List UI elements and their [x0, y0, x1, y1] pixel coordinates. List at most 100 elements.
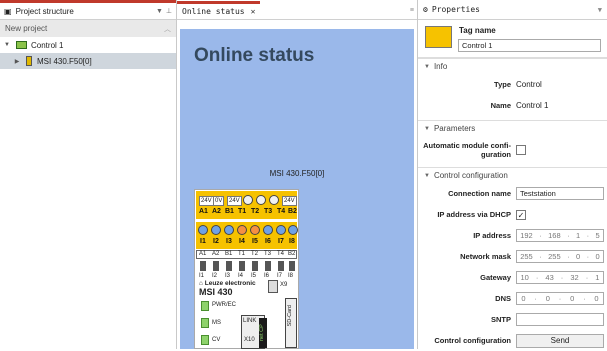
collapse-arrow-icon[interactable]: ▶: [12, 58, 22, 65]
status-label: MS: [212, 320, 221, 326]
io-led-icon: [239, 261, 245, 271]
info-header-label: Info: [433, 62, 448, 71]
io-label: I8: [288, 273, 294, 279]
tree-item-control[interactable]: ▼ Control 1: [0, 37, 176, 53]
dns-octet: 0: [521, 294, 526, 303]
device-graphic[interactable]: 24V 0V 24V 24V A1 A2 B1 T1 T2 T3 T4 B2 I…: [194, 189, 299, 349]
dns-input[interactable]: 0 · 0 · 0 · 0: [516, 292, 604, 305]
tree-item-device[interactable]: ▶ MSI 430.F50[0]: [0, 53, 176, 69]
terminal-icon: [288, 225, 298, 235]
status-label: PWR/EC: [212, 302, 236, 308]
tag-name-section: Tag name Control 1: [418, 20, 607, 58]
send-button[interactable]: Send: [516, 333, 604, 348]
terminal-label: I7: [278, 238, 284, 245]
brand-logo: ⌂ Leuze electronic: [199, 280, 256, 287]
mask-octet: 255: [548, 252, 561, 261]
terminal-icon: [263, 225, 273, 235]
page-title: Online status: [194, 45, 315, 66]
mask-row: Network mask 255 · 255 · 0 · 0: [418, 246, 607, 267]
auto-config-label-line1: Automatic module confi-: [423, 141, 511, 150]
terminal-icon: [256, 195, 266, 205]
strip-label: T2: [251, 251, 259, 257]
tab-label: Online status: [182, 7, 245, 16]
terminal-label: 0V: [213, 196, 225, 206]
parameters-section-header[interactable]: ▼ Parameters: [418, 120, 607, 136]
gateway-row: Gateway 10 · 43 · 32 · 1: [418, 267, 607, 288]
sd-card-label: SD-Card: [287, 305, 293, 327]
strip-label: B1: [225, 251, 233, 257]
dns-octet: 0: [594, 294, 599, 303]
tag-name-input[interactable]: Control 1: [458, 39, 601, 52]
dropdown-icon[interactable]: ▼: [598, 6, 602, 14]
gateway-octet: 1: [595, 273, 600, 282]
io-label: I2: [212, 273, 218, 279]
ip-address-input[interactable]: 192 · 168 · 1 · 5: [516, 229, 604, 242]
dhcp-checkbox[interactable]: ✓: [516, 209, 526, 220]
sntp-input[interactable]: [516, 313, 604, 326]
strip-label: B2: [288, 251, 296, 257]
collapse-arrow-icon[interactable]: ▼: [424, 64, 430, 70]
io-led-icon: [252, 261, 258, 271]
terminal-icon: [237, 225, 247, 235]
name-row: Name Control 1: [418, 95, 607, 116]
terminal-label: 24V: [199, 196, 214, 206]
close-icon[interactable]: ✕: [251, 7, 256, 16]
terminal-icon: [269, 195, 279, 205]
tab-online-status[interactable]: Online status ✕: [177, 1, 261, 19]
strip-label: T3: [264, 251, 272, 257]
ip-octet: 168: [548, 231, 561, 240]
terminal-label: I6: [265, 238, 271, 245]
connection-label: Connection name: [448, 189, 511, 198]
cv-led-icon: [201, 335, 209, 345]
terminal-label: T2: [251, 208, 260, 215]
panel-menu-icon[interactable]: ▼: [156, 8, 163, 15]
mask-octet: 0: [576, 252, 581, 261]
ip-octet: 1: [576, 231, 581, 240]
collapse-arrow-icon[interactable]: ▼: [424, 173, 430, 179]
collapse-arrow-icon[interactable]: ▼: [424, 126, 430, 132]
mask-octet: 255: [520, 252, 533, 261]
project-section[interactable]: New project ︿: [0, 20, 176, 37]
auto-config-label-line2: guration: [481, 150, 511, 159]
tab-menu-icon[interactable]: ≡: [410, 7, 414, 14]
terminal-icon: [224, 225, 234, 235]
info-section-header[interactable]: ▼ Info: [418, 58, 607, 74]
terminal-label: I4: [239, 238, 245, 245]
terminal-label: I3: [226, 238, 232, 245]
device-name: MSI 430.F50[0]: [269, 169, 325, 178]
ctrl-header-label: Control configuration: [433, 171, 508, 180]
terminal-icon: [250, 225, 260, 235]
terminal-label: T1: [238, 208, 247, 215]
collapse-icon[interactable]: ︿: [164, 24, 171, 34]
online-status-canvas: Online status MSI 430.F50[0] 24V 0V 24V …: [180, 29, 414, 349]
name-label: Name: [490, 101, 511, 110]
io-label: I6: [264, 273, 270, 279]
x9-label: X9: [280, 282, 288, 288]
type-row: Type Control: [418, 74, 607, 95]
properties-header: ⚙ Properties ▼: [418, 0, 607, 20]
control-config-label: Control configuration: [434, 336, 511, 345]
terminal-icon: [243, 195, 253, 205]
params-header-label: Parameters: [433, 124, 476, 133]
gateway-octet: 43: [545, 273, 554, 282]
mask-label: Network mask: [460, 252, 511, 261]
mask-octet: 0: [595, 252, 600, 261]
dns-octet: 0: [545, 294, 550, 303]
auto-config-checkbox[interactable]: [516, 145, 526, 155]
gateway-input[interactable]: 10 · 43 · 32 · 1: [516, 271, 604, 284]
io-led-icon: [265, 261, 271, 271]
x10-label: X10: [244, 337, 255, 343]
network-mask-input[interactable]: 255 · 255 · 0 · 0: [516, 250, 604, 263]
ip-row: IP address 192 · 168 · 1 · 5: [418, 225, 607, 246]
auto-config-label: Automatic module confi- guration: [418, 141, 516, 159]
pin-icon[interactable]: ⊥: [166, 7, 172, 15]
control-config-section-header[interactable]: ▼ Control configuration: [418, 167, 607, 183]
strip-label: A2: [212, 251, 220, 257]
io-label: I5: [251, 273, 257, 279]
project-section-label: New project: [5, 24, 48, 33]
connection-name-input[interactable]: Teststation: [516, 187, 604, 200]
expand-arrow-icon[interactable]: ▼: [2, 42, 12, 48]
gear-icon: ⚙: [423, 5, 428, 14]
tree-item-label: MSI 430.F50[0]: [37, 56, 92, 66]
terminal-label: A1: [199, 208, 208, 215]
